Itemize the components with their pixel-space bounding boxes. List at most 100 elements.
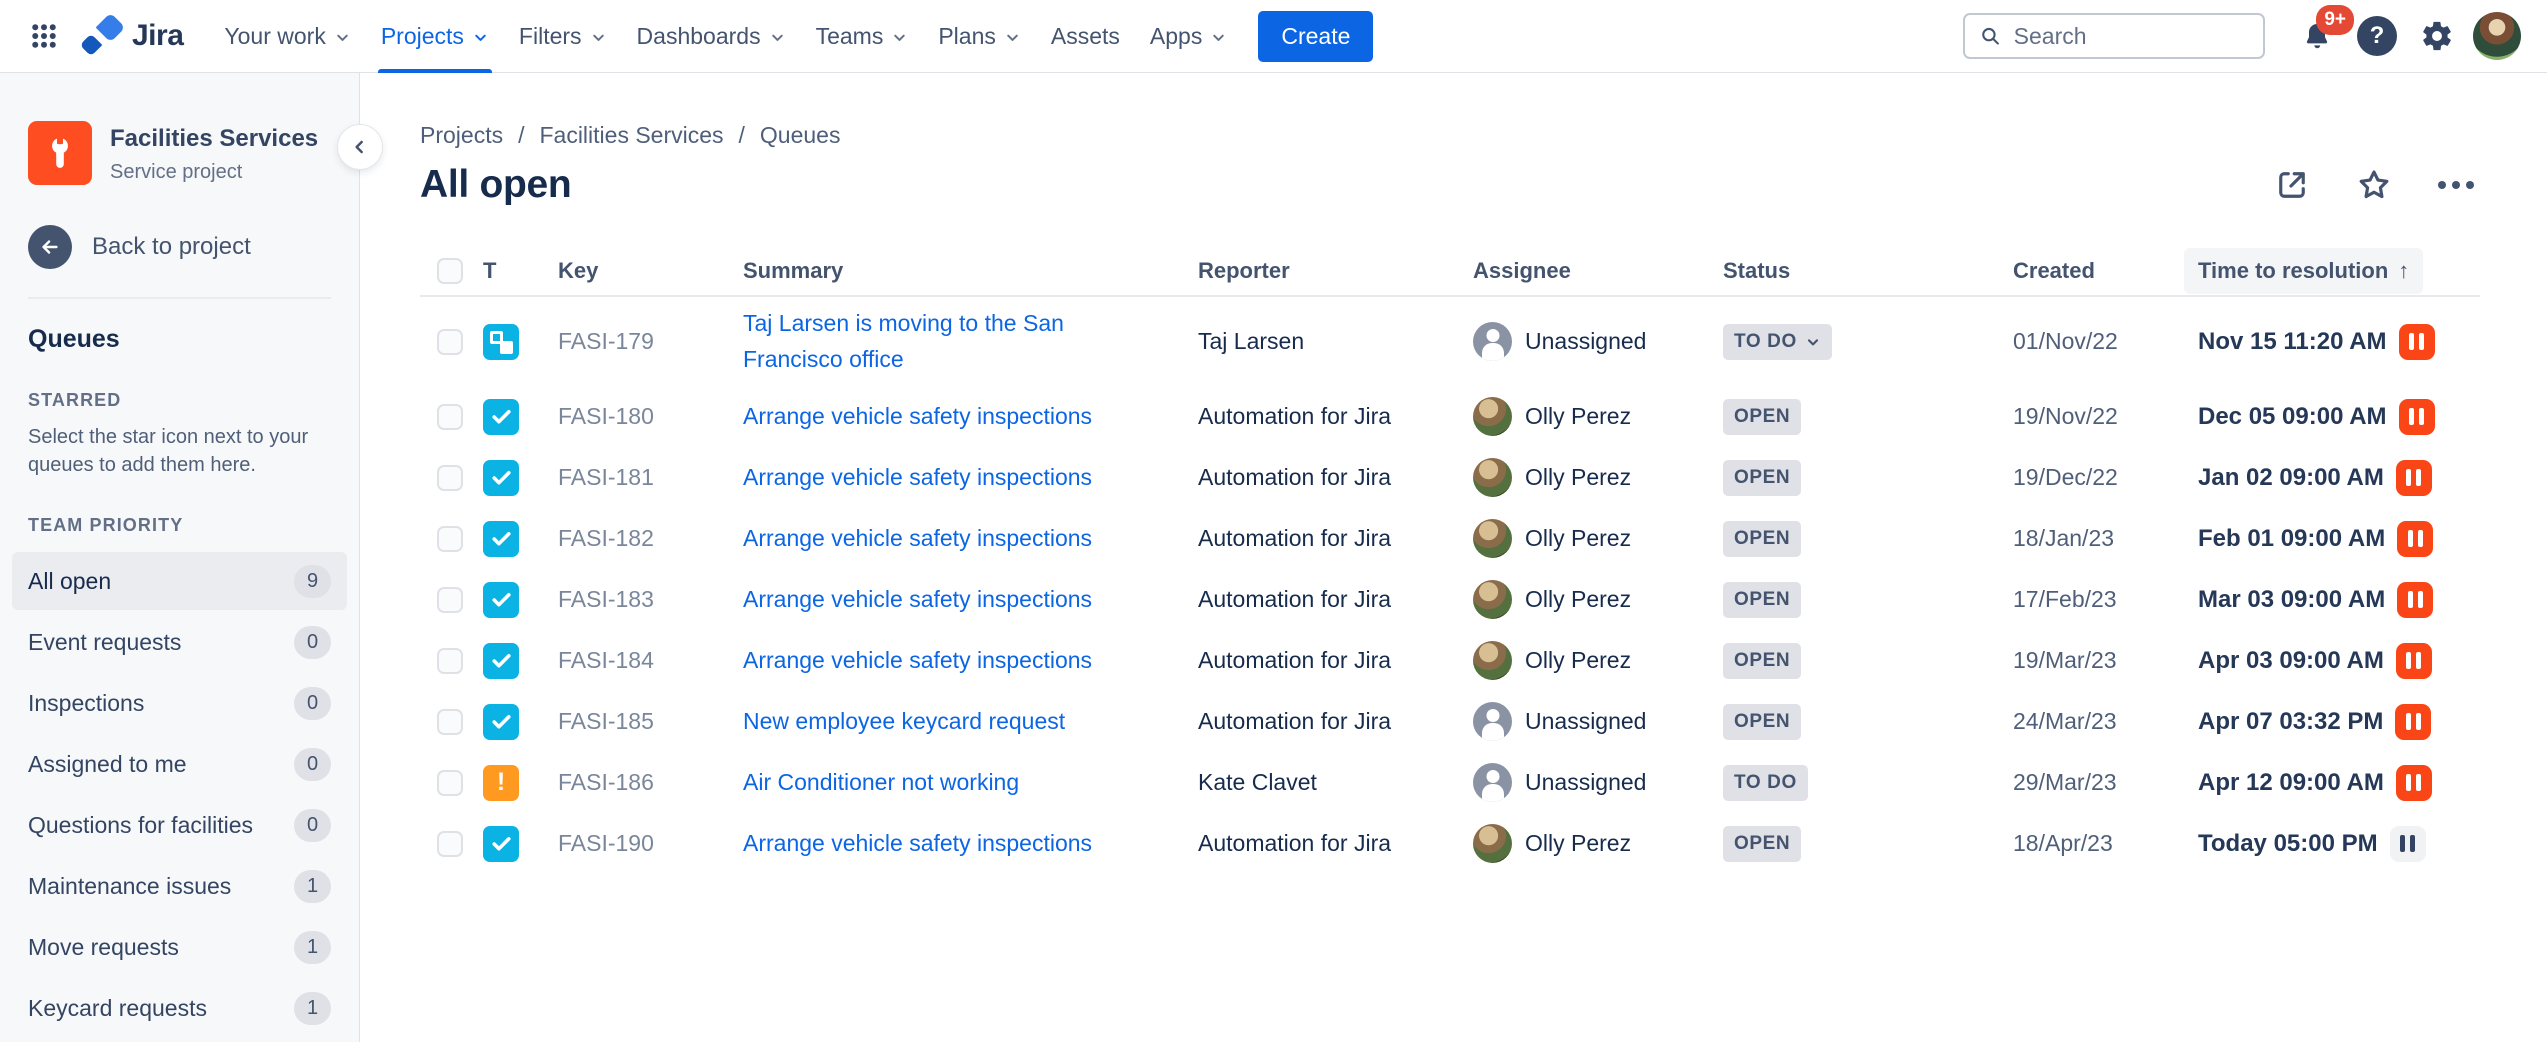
profile-avatar[interactable]	[2473, 12, 2521, 60]
nav-item-filters[interactable]: Filters	[504, 0, 622, 73]
table-row: FASI-180 Arrange vehicle safety inspecti…	[420, 386, 2480, 447]
breadcrumb-facilities-services[interactable]: Facilities Services	[539, 122, 723, 149]
sidebar-item-inspections[interactable]: Inspections 0	[12, 674, 347, 732]
issue-summary-link[interactable]: Arrange vehicle safety inspections	[743, 826, 1092, 862]
status-chip[interactable]: TO DO	[1723, 765, 1808, 801]
table-row: FASI-182 Arrange vehicle safety inspecti…	[420, 508, 2480, 569]
back-to-project[interactable]: Back to project	[28, 225, 331, 269]
column-header-assignee[interactable]: Assignee	[1473, 258, 1723, 284]
sidebar-divider	[28, 297, 331, 299]
sla-pause-icon	[2399, 399, 2435, 435]
column-header-created[interactable]: Created	[2013, 258, 2198, 284]
breadcrumb-queues[interactable]: Queues	[760, 122, 841, 149]
row-checkbox[interactable]	[437, 329, 463, 355]
app-switcher-icon[interactable]	[20, 12, 68, 60]
nav-item-your-work[interactable]: Your work	[209, 0, 365, 73]
sidebar-item-keycard-requests[interactable]: Keycard requests 1	[12, 979, 347, 1037]
breadcrumb-projects[interactable]: Projects	[420, 122, 503, 149]
status-chip[interactable]: OPEN	[1723, 643, 1801, 679]
sla-pause-icon	[2399, 324, 2435, 360]
column-header-reporter[interactable]: Reporter	[1198, 258, 1473, 284]
time-to-resolution: Nov 15 11:20 AM	[2198, 328, 2387, 356]
assignee-name: Olly Perez	[1525, 586, 1631, 613]
sidebar-item-maintenance-issues[interactable]: Maintenance issues 1	[12, 857, 347, 915]
status-chip[interactable]: OPEN	[1723, 399, 1801, 435]
star-button[interactable]	[2350, 161, 2398, 209]
row-checkbox[interactable]	[437, 404, 463, 430]
sidebar-item-all-open[interactable]: All open 9	[12, 552, 347, 610]
settings-button[interactable]	[2413, 12, 2461, 60]
issue-summary-link[interactable]: Taj Larsen is moving to the San Francisc…	[743, 306, 1163, 377]
queue-item-label: Assigned to me	[28, 751, 187, 778]
column-header-status[interactable]: Status	[1723, 258, 2013, 284]
nav-item-apps[interactable]: Apps	[1135, 0, 1242, 73]
created-date: 18/Apr/23	[2013, 830, 2198, 857]
jira-logo[interactable]: Jira	[82, 16, 183, 56]
nav-item-assets[interactable]: Assets	[1036, 0, 1135, 73]
queue-item-count: 1	[294, 992, 331, 1025]
status-chip[interactable]: OPEN	[1723, 521, 1801, 557]
queue-table: T Key Summary Reporter Assignee Status C…	[420, 247, 2480, 874]
assignee-name: Olly Perez	[1525, 403, 1631, 430]
sidebar-item-event-requests[interactable]: Event requests 0	[12, 613, 347, 671]
sidebar-item-questions-for-facilities[interactable]: Questions for facilities 0	[12, 796, 347, 854]
status-chip[interactable]: OPEN	[1723, 582, 1801, 618]
assignee-name: Unassigned	[1525, 769, 1646, 796]
assignee-avatar	[1473, 458, 1512, 497]
issue-summary-link[interactable]: Arrange vehicle safety inspections	[743, 643, 1092, 679]
nav-item-label: Plans	[938, 23, 996, 50]
nav-item-dashboards[interactable]: Dashboards	[622, 0, 801, 73]
status-chip[interactable]: OPEN	[1723, 460, 1801, 496]
issue-summary-link[interactable]: New employee keycard request	[743, 704, 1065, 740]
sla-pause-icon	[2397, 521, 2433, 557]
issue-summary-link[interactable]: Arrange vehicle safety inspections	[743, 521, 1092, 557]
nav-item-teams[interactable]: Teams	[801, 0, 924, 73]
status-chip[interactable]: OPEN	[1723, 704, 1801, 740]
select-all-checkbox[interactable]	[437, 258, 463, 284]
sidebar-collapse-button[interactable]	[338, 125, 382, 169]
column-header-time-to-resolution[interactable]: Time to resolution ↑	[2198, 248, 2480, 294]
nav-item-projects[interactable]: Projects	[366, 0, 504, 73]
title-actions	[2268, 161, 2480, 209]
check-icon	[489, 587, 514, 612]
nav-item-plans[interactable]: Plans	[923, 0, 1036, 73]
status-chip[interactable]: TO DO	[1723, 324, 1832, 360]
export-button[interactable]	[2268, 161, 2316, 209]
create-button[interactable]: Create	[1258, 11, 1373, 62]
check-icon	[489, 709, 514, 734]
starred-help-text: Select the star icon next to your queues…	[28, 423, 338, 479]
row-checkbox[interactable]	[437, 465, 463, 491]
search-icon	[1979, 23, 2002, 49]
notifications-button[interactable]: 9+	[2293, 12, 2341, 60]
issue-summary-link[interactable]: Arrange vehicle safety inspections	[743, 460, 1092, 496]
question-icon	[2357, 16, 2397, 56]
column-header-key[interactable]: Key	[558, 258, 743, 284]
row-checkbox[interactable]	[437, 770, 463, 796]
check-icon	[489, 404, 514, 429]
more-button[interactable]	[2432, 161, 2480, 209]
assignee-avatar	[1473, 580, 1512, 619]
task-type-icon	[483, 704, 519, 740]
sidebar-item-assigned-to-me[interactable]: Assigned to me 0	[12, 735, 347, 793]
column-header-type[interactable]: T	[483, 258, 558, 284]
assignee-name: Olly Perez	[1525, 525, 1631, 552]
issue-summary-link[interactable]: Arrange vehicle safety inspections	[743, 399, 1092, 435]
row-checkbox[interactable]	[437, 831, 463, 857]
search-box[interactable]	[1963, 13, 2265, 59]
issue-summary-link[interactable]: Air Conditioner not working	[743, 765, 1019, 801]
row-checkbox[interactable]	[437, 709, 463, 735]
issue-key: FASI-181	[558, 464, 743, 491]
issue-summary-link[interactable]: Arrange vehicle safety inspections	[743, 582, 1092, 618]
row-checkbox[interactable]	[437, 587, 463, 613]
task-type-icon	[483, 460, 519, 496]
help-button[interactable]	[2353, 12, 2401, 60]
column-header-summary[interactable]: Summary	[743, 258, 1198, 284]
created-date: 29/Mar/23	[2013, 769, 2198, 796]
row-checkbox[interactable]	[437, 526, 463, 552]
queue-item-count: 0	[294, 626, 331, 659]
sidebar-item-move-requests[interactable]: Move requests 1	[12, 918, 347, 976]
status-chip[interactable]: OPEN	[1723, 826, 1801, 862]
sort-ascending-icon: ↑	[2398, 258, 2409, 284]
row-checkbox[interactable]	[437, 648, 463, 674]
search-input[interactable]	[2014, 23, 2249, 50]
